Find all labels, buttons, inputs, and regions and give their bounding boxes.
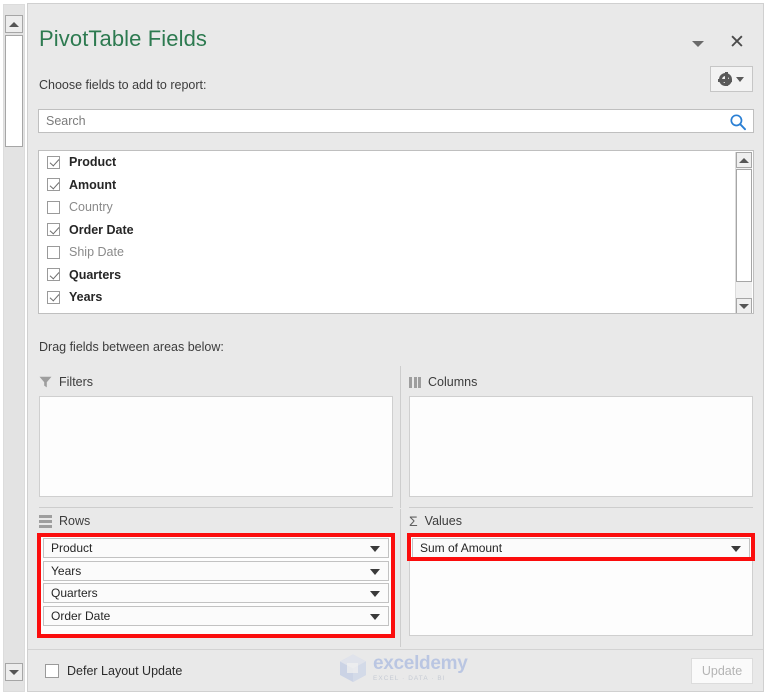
field-list-scrollbar-thumb[interactable] (736, 169, 752, 282)
field-label: Amount (69, 177, 117, 192)
search-placeholder: Search (46, 114, 86, 128)
area-divider-vertical-bottom (400, 509, 401, 647)
update-button[interactable]: Update (691, 658, 753, 684)
page-title: PivotTable Fields (39, 26, 207, 51)
field-checkbox[interactable] (47, 290, 60, 304)
area-field-pill[interactable]: Years (43, 560, 389, 581)
field-list[interactable]: Product Amount Country Order Date Ship Date Q… (38, 150, 754, 314)
exceldemy-logo-icon (340, 654, 366, 682)
sigma-icon: Σ (409, 513, 418, 529)
search-input[interactable]: Search (38, 109, 754, 133)
field-list-scroll-down-button[interactable] (736, 298, 752, 313)
area-field-pill[interactable]: Sum of Amount (412, 538, 750, 558)
field-list-scrollbar[interactable] (735, 152, 752, 313)
field-label: Quarters (69, 267, 122, 282)
area-field-pill[interactable]: Product (43, 538, 389, 558)
caret-down-icon (739, 303, 749, 309)
pivottable-fields-screenshot: PivotTable Fields ✕ Choose fields to add… (0, 0, 767, 695)
worksheet-scroll-up-button[interactable] (5, 15, 23, 33)
area-divider-horizontal-left (39, 507, 393, 508)
defer-layout-update-checkbox[interactable]: Defer Layout Update (45, 664, 182, 678)
columns-area-label: Columns (428, 375, 478, 389)
field-list-item[interactable]: Quarters (39, 264, 753, 287)
field-checkbox[interactable] (47, 245, 60, 259)
watermark-tagline: EXCEL · DATA · BI (373, 674, 446, 682)
chevron-down-icon (692, 41, 704, 47)
columns-area-header: Columns (409, 375, 477, 389)
columns-drop-zone[interactable] (409, 396, 753, 497)
worksheet-scroll-down-button[interactable] (5, 663, 23, 681)
area-field-pill-label: Quarters (51, 586, 98, 600)
filters-drop-zone[interactable] (39, 396, 393, 497)
area-field-pill[interactable]: Quarters (43, 583, 389, 603)
search-icon[interactable] (729, 113, 747, 131)
checkbox-box (45, 664, 59, 678)
field-list-item[interactable]: Product (39, 151, 753, 174)
field-checkbox[interactable] (47, 155, 60, 169)
field-list-scroll-up-button[interactable] (736, 152, 752, 168)
worksheet-scrollbar-thumb[interactable] (5, 35, 23, 147)
caret-down-icon (9, 669, 19, 675)
field-label: Product (69, 155, 117, 170)
field-label: Years (69, 290, 103, 305)
field-checkbox[interactable] (47, 200, 60, 214)
field-list-item[interactable]: Amount (39, 174, 753, 197)
values-area-label: Values (424, 514, 462, 528)
field-list-item[interactable]: Ship Date (39, 241, 753, 264)
field-label: Country (69, 200, 113, 215)
area-field-pill-label: Sum of Amount (420, 541, 503, 555)
field-list-item[interactable]: Country (39, 196, 753, 219)
update-button-label: Update (701, 664, 743, 678)
chevron-down-icon[interactable] (370, 591, 380, 597)
area-field-pill-label: Years (51, 563, 82, 578)
choose-fields-label: Choose fields to add to report: (39, 78, 207, 92)
field-checkbox[interactable] (47, 178, 60, 192)
field-list-item[interactable]: Years (39, 286, 753, 309)
panel-collapse-button[interactable] (689, 35, 707, 53)
field-list-item[interactable]: Order Date (39, 219, 753, 242)
drag-fields-label: Drag fields between areas below: (39, 340, 224, 354)
chevron-down-icon[interactable] (370, 546, 380, 552)
filters-area-header: Filters (39, 375, 93, 389)
field-label: Ship Date (69, 245, 124, 260)
columns-icon (409, 376, 421, 388)
rows-area-label: Rows (59, 514, 91, 528)
exceldemy-watermark: exceldemy EXCEL · DATA · BI (338, 650, 488, 686)
area-field-pill-label: Product (51, 541, 93, 555)
field-label: Order Date (69, 222, 134, 237)
close-icon: ✕ (729, 32, 745, 53)
chevron-down-icon[interactable] (370, 613, 380, 620)
rows-area-header: Rows (39, 514, 90, 528)
defer-layout-update-label: Defer Layout Update (67, 664, 183, 678)
watermark-name: exceldemy (373, 652, 468, 674)
gear-icon (718, 71, 733, 86)
funnel-icon (39, 376, 52, 388)
field-checkbox[interactable] (47, 268, 60, 282)
area-field-pill-label: Order Date (51, 608, 111, 623)
filters-area-label: Filters (59, 375, 94, 389)
area-field-pill[interactable]: Order Date (43, 605, 389, 626)
values-area-header: Σ Values (409, 514, 462, 528)
chevron-down-icon[interactable] (370, 568, 380, 575)
caret-up-icon (9, 21, 19, 27)
rows-icon (39, 514, 52, 528)
chevron-down-icon[interactable] (731, 546, 741, 552)
pivottable-fields-panel: PivotTable Fields ✕ Choose fields to add… (27, 3, 764, 692)
caret-up-icon (739, 157, 749, 163)
close-button[interactable]: ✕ (725, 31, 749, 55)
field-checkbox[interactable] (47, 223, 60, 237)
field-list-tools-button[interactable] (710, 66, 753, 92)
worksheet-scrollbar[interactable] (3, 4, 25, 692)
area-divider-horizontal-right (409, 507, 753, 508)
chevron-down-icon (736, 76, 744, 82)
area-divider-vertical-top (400, 366, 401, 508)
